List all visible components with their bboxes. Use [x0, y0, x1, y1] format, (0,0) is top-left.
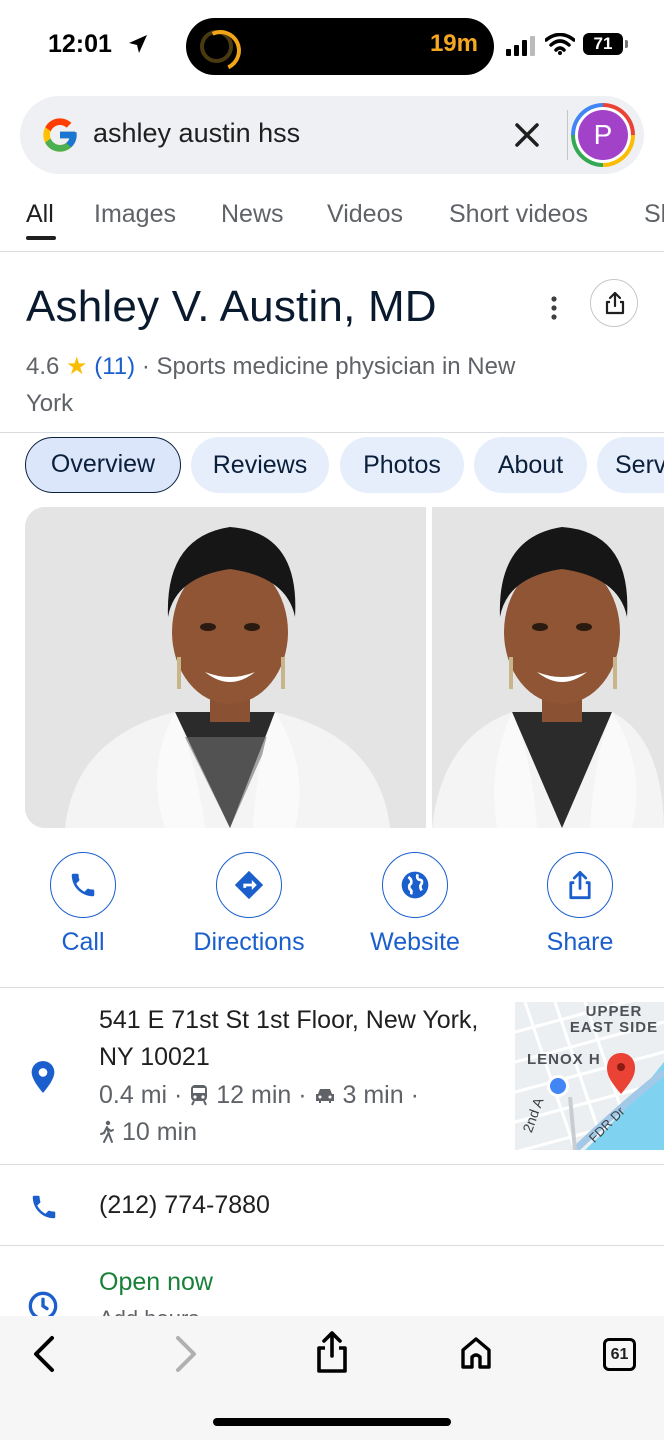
share-icon[interactable]	[315, 1330, 349, 1374]
share-label: Share	[546, 928, 614, 956]
google-logo-icon	[43, 118, 77, 152]
share-header-button[interactable]	[590, 279, 638, 327]
chip-overview[interactable]: Overview	[25, 437, 181, 493]
status-bar: 12:01 19m 71	[0, 0, 664, 90]
phone-icon	[32, 1195, 56, 1219]
tabs-count-button[interactable]: 61	[603, 1338, 636, 1371]
share-button[interactable]: Share	[500, 852, 660, 957]
tab-videos[interactable]: Videos	[327, 200, 403, 229]
travel-times: 0.4 mi · 12 min · 3 min · 10 min	[99, 1077, 499, 1151]
map-thumbnail[interactable]: UPPER EAST SIDE LENOX H 2nd A FDR Dr	[515, 1002, 664, 1150]
doctor-portrait-image-2	[432, 507, 664, 828]
status-time: 12:01	[48, 30, 112, 58]
tab-shopping[interactable]: Sh	[644, 200, 664, 229]
section-divider	[0, 1164, 664, 1165]
website-label: Website	[370, 928, 460, 956]
doctor-portrait-image	[25, 507, 426, 828]
search-input[interactable]: ashley austin hss	[93, 118, 300, 149]
globe-icon	[401, 871, 429, 899]
walk-icon	[100, 1120, 114, 1143]
section-divider	[0, 987, 664, 988]
distance-text: 0.4 mi ·	[99, 1081, 183, 1109]
walk-time: 10 min	[121, 1118, 197, 1146]
search-divider	[567, 110, 568, 160]
tab-images[interactable]: Images	[94, 200, 176, 229]
review-count-link[interactable]: (11)	[94, 353, 135, 380]
dynamic-island[interactable]: 19m	[186, 18, 494, 75]
phone-icon	[71, 873, 95, 897]
location-pin-icon	[31, 1061, 55, 1093]
section-divider	[0, 432, 664, 433]
chip-about[interactable]: About	[474, 437, 587, 493]
transit-time: 12 min ·	[216, 1081, 307, 1109]
profile-photo[interactable]	[25, 507, 426, 828]
cellular-signal-icon	[506, 36, 535, 56]
location-arrow-icon	[129, 35, 147, 53]
tab-news[interactable]: News	[221, 200, 284, 229]
open-status[interactable]: Open now	[99, 1268, 213, 1297]
search-bar[interactable]: ashley austin hss P	[20, 96, 644, 174]
call-button[interactable]: Call	[3, 852, 163, 957]
panel-tabs: Overview Reviews Photos About Services	[0, 437, 664, 493]
place-title: Ashley V. Austin, MD	[26, 282, 437, 331]
map-lenox-label: LENOX H	[527, 1051, 601, 1068]
directions-button[interactable]: Directions	[169, 852, 329, 957]
tab-short-videos[interactable]: Short videos	[449, 200, 588, 229]
map-area-label: UPPER EAST SIDE	[569, 1003, 659, 1036]
transit-icon	[191, 1085, 208, 1106]
chip-services[interactable]: Services	[597, 437, 664, 493]
address-text[interactable]: 541 E 71st St 1st Floor, New York, NY 10…	[99, 1002, 499, 1076]
profile-photo-2[interactable]	[432, 507, 664, 828]
drive-time: 3 min ·	[342, 1081, 419, 1109]
account-avatar[interactable]: P	[571, 103, 635, 167]
battery-indicator: 71	[583, 33, 628, 55]
timer-ring-icon	[200, 30, 233, 63]
more-options-icon[interactable]	[548, 296, 560, 320]
clear-search-icon[interactable]	[513, 121, 541, 149]
rating-value: 4.6	[26, 353, 60, 380]
result-type-tabs: All Images News Videos Short videos Sh	[0, 196, 664, 252]
tab-all[interactable]: All	[26, 200, 54, 229]
chip-reviews[interactable]: Reviews	[191, 437, 329, 493]
directions-icon	[234, 870, 264, 900]
directions-label: Directions	[193, 928, 305, 956]
share-icon	[605, 291, 625, 315]
share-icon	[569, 870, 591, 900]
home-icon[interactable]	[459, 1336, 493, 1370]
car-icon	[315, 1089, 334, 1103]
avatar-letter: P	[578, 110, 628, 160]
website-button[interactable]: Website	[335, 852, 495, 957]
wifi-icon	[545, 33, 575, 55]
home-indicator[interactable]	[213, 1418, 451, 1426]
call-label: Call	[61, 928, 105, 956]
back-icon[interactable]	[30, 1334, 58, 1374]
active-tab-indicator	[26, 236, 56, 240]
forward-icon[interactable]	[172, 1334, 200, 1374]
chip-photos[interactable]: Photos	[340, 437, 464, 493]
section-divider	[0, 1245, 664, 1246]
place-meta: 4.6 ★ (11) · Sports medicine physician i…	[26, 348, 546, 422]
island-timer: 19m	[429, 30, 478, 57]
star-icon: ★	[66, 353, 88, 380]
phone-number[interactable]: (212) 774-7880	[99, 1191, 270, 1220]
